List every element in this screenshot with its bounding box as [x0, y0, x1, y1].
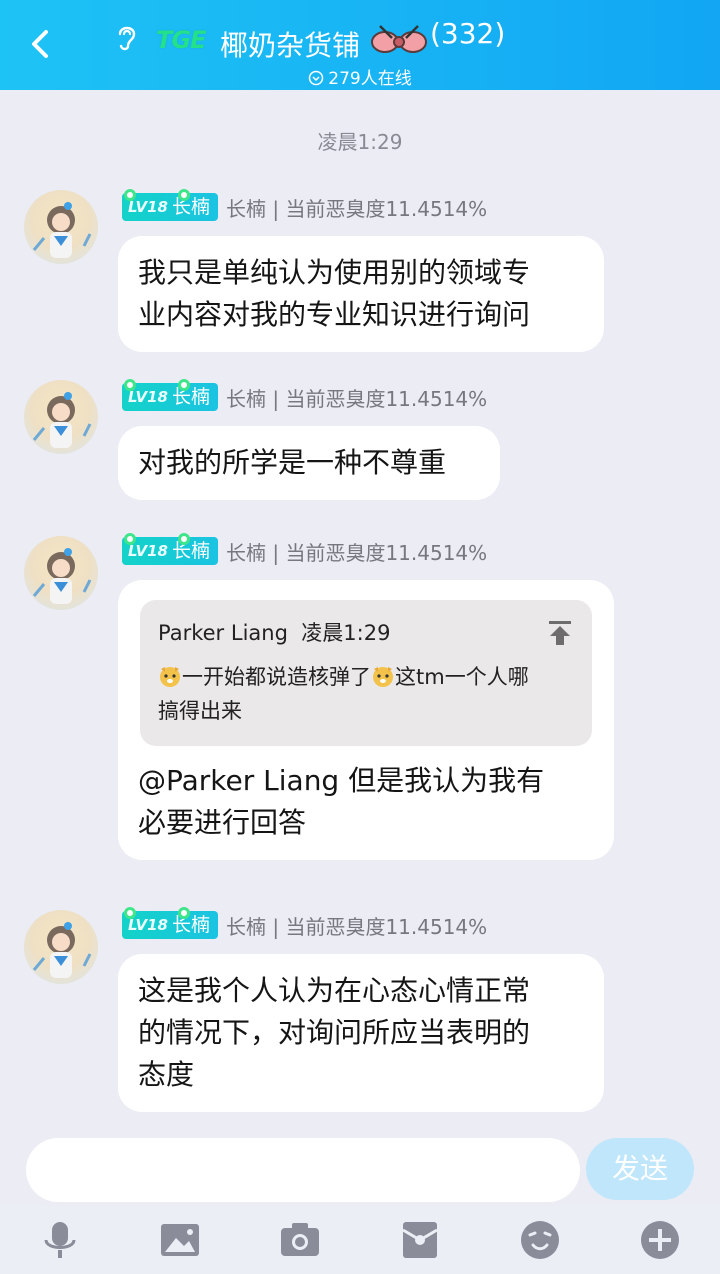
avatar-image-icon — [32, 922, 92, 978]
chevron-down-circle-icon — [309, 70, 324, 86]
quote-text: 一开始都说造核弹了 这tm一个人哪 搞得出来 — [158, 660, 574, 728]
badge-dot-icon — [178, 189, 190, 201]
sender-row: LV18 长楠 长楠 | 当前恶臭度11.4514% — [122, 379, 487, 412]
jump-to-top-icon[interactable] — [548, 620, 572, 646]
quote-author: Parker Liang — [158, 621, 288, 645]
plus-icon[interactable] — [638, 1218, 682, 1262]
message-line: 对我的所学是一种不尊重 — [138, 446, 447, 479]
message-line: 这是我个人认为在心态心情正常 — [138, 974, 531, 1007]
message-line: 态度 — [138, 1058, 195, 1091]
quote-header: Parker Liang 凌晨1:29 — [158, 618, 574, 648]
badge-dot-icon — [124, 533, 136, 545]
input-toolbar — [0, 1206, 720, 1274]
avatar[interactable] — [24, 536, 98, 610]
online-count: 279人在线 — [328, 69, 412, 89]
message-bubble[interactable]: 我只是单纯认为使用别的领域专 业内容对我的专业知识进行询问 — [118, 236, 604, 352]
sender-row: LV18 长楠 长楠 | 当前恶臭度11.4514% — [122, 189, 487, 222]
ear-icon[interactable] — [114, 22, 140, 52]
group-tag-logo: TGE — [156, 26, 206, 54]
sender-name[interactable]: 长楠 | 当前恶臭度11.4514% — [226, 193, 487, 222]
badge-dot-icon — [178, 379, 190, 391]
level-badge: LV18 长楠 — [122, 907, 218, 939]
image-icon[interactable] — [158, 1218, 202, 1262]
red-packet-icon[interactable] — [398, 1218, 442, 1262]
sender-name[interactable]: 长楠 | 当前恶臭度11.4514% — [226, 383, 487, 412]
bow-emoji-icon — [371, 25, 427, 53]
badge-dot-icon — [178, 533, 190, 545]
avatar[interactable] — [24, 910, 98, 984]
chat-header: TGE 椰奶杂货铺 (332) 279人在线 — [0, 0, 720, 90]
avatar-image-icon — [32, 202, 92, 258]
sender-name[interactable]: 长楠 | 当前恶臭度11.4514% — [226, 537, 487, 566]
quoted-message[interactable]: Parker Liang 凌晨1:29 一开始都说造核弹了 这tm一个人哪 搞得… — [140, 600, 592, 746]
message-line: @Parker Liang 但是我认为我有 — [138, 764, 545, 797]
avatar-image-icon — [32, 392, 92, 448]
emoji-icon[interactable] — [518, 1218, 562, 1262]
quote-text-part: 一开始都说造核弹了 — [182, 665, 371, 689]
message-input[interactable] — [26, 1138, 580, 1202]
message-line: 的情况下，对询问所应当表明的 — [138, 1016, 531, 1049]
send-button[interactable]: 发送 — [586, 1138, 694, 1200]
level-badge: LV18 长楠 — [122, 533, 218, 565]
chevron-left-icon — [32, 30, 48, 58]
quote-text-part: 这tm一个人哪 — [395, 665, 529, 689]
quote-time: 凌晨1:29 — [301, 621, 391, 645]
level-badge: LV18 长楠 — [122, 189, 218, 221]
sender-name[interactable]: 长楠 | 当前恶臭度11.4514% — [226, 911, 487, 940]
message-line: 业内容对我的专业知识进行询问 — [138, 298, 531, 331]
badge-dot-icon — [178, 907, 190, 919]
message-bubble[interactable]: 对我的所学是一种不尊重 — [118, 426, 500, 500]
doge-emoji-icon — [373, 667, 393, 687]
group-title[interactable]: 椰奶杂货铺 — [220, 28, 360, 64]
message-line: 必要进行回答 — [138, 806, 307, 839]
time-separator: 凌晨1:29 — [317, 130, 403, 154]
avatar-image-icon — [32, 548, 92, 604]
avatar[interactable] — [24, 380, 98, 454]
badge-dot-icon — [124, 907, 136, 919]
quote-text-part: 搞得出来 — [158, 699, 242, 723]
back-button[interactable] — [22, 22, 62, 66]
level-badge: LV18 长楠 — [122, 379, 218, 411]
badge-dot-icon — [124, 379, 136, 391]
message-line: 我只是单纯认为使用别的领域专 — [138, 256, 531, 289]
message-bubble[interactable]: 这是我个人认为在心态心情正常 的情况下，对询问所应当表明的 态度 — [118, 954, 604, 1112]
badge-dot-icon — [124, 189, 136, 201]
avatar[interactable] — [24, 190, 98, 264]
camera-icon[interactable] — [278, 1218, 322, 1262]
member-count: (332) — [430, 17, 506, 50]
sender-row: LV18 长楠 长楠 | 当前恶臭度11.4514% — [122, 907, 487, 940]
message-bubble[interactable]: Parker Liang 凌晨1:29 一开始都说造核弹了 这tm一个人哪 搞得… — [118, 580, 614, 860]
doge-emoji-icon — [160, 667, 180, 687]
sender-row: LV18 长楠 长楠 | 当前恶臭度11.4514% — [122, 533, 487, 566]
online-status[interactable]: 279人在线 — [0, 68, 720, 90]
microphone-icon[interactable] — [38, 1218, 82, 1262]
